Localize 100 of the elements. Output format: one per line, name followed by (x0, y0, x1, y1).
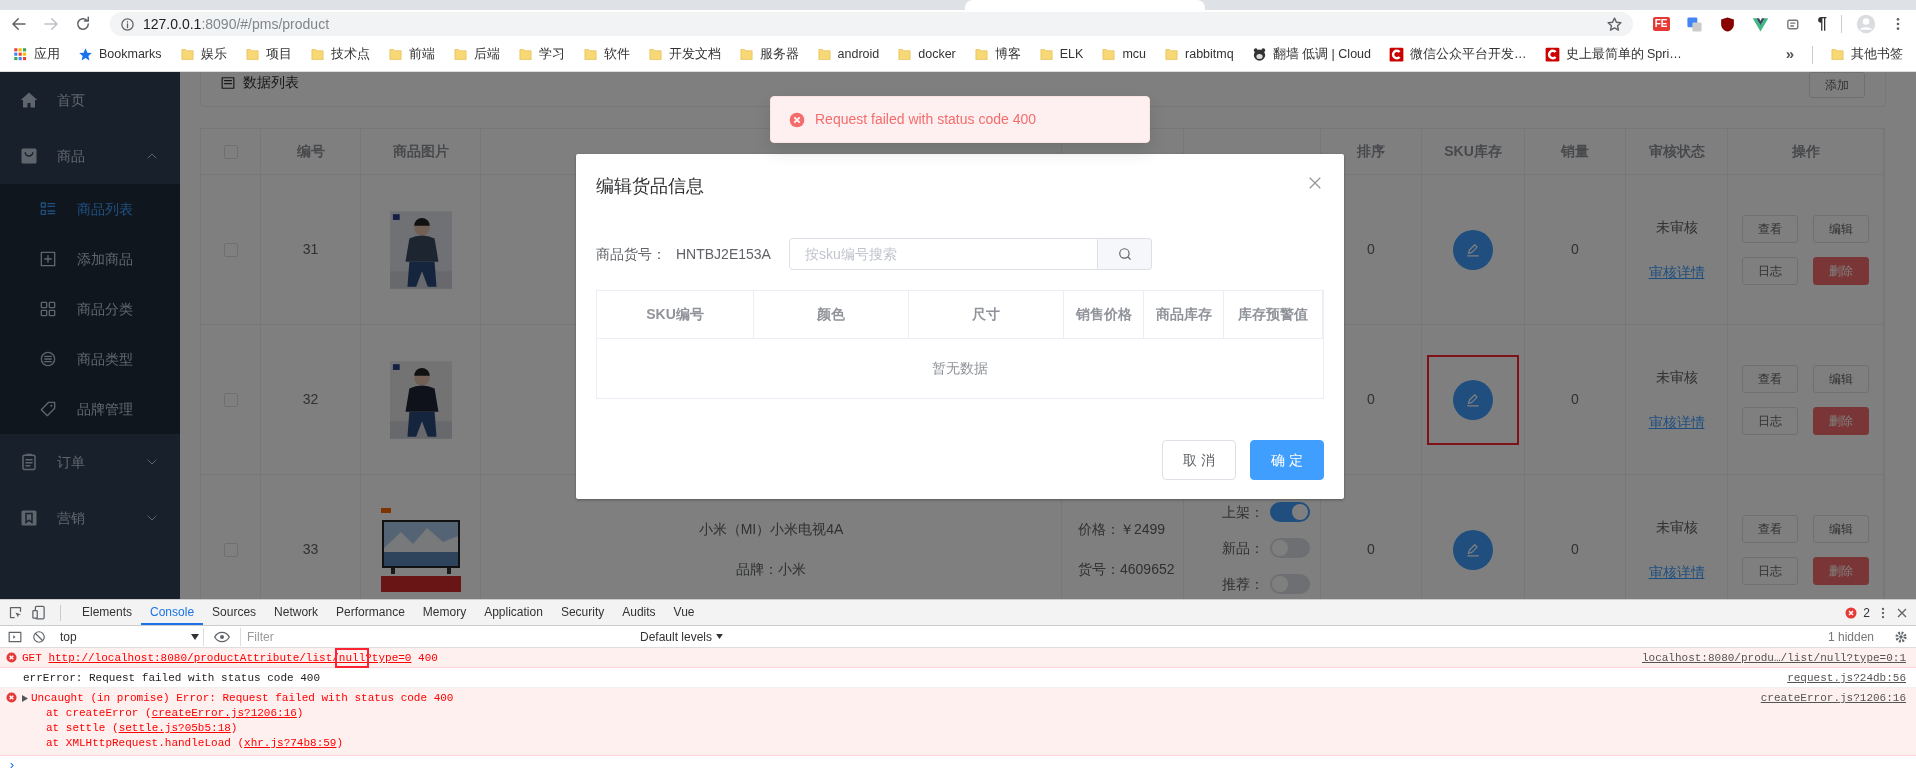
shield-icon[interactable] (1718, 15, 1736, 33)
source-link[interactable]: localhost:8080/produ…/list/null?type=0:1 (1641, 648, 1906, 666)
close-icon[interactable] (1896, 606, 1908, 619)
devtools-tab[interactable]: Sources (203, 600, 266, 625)
console-message: errError: Request failed with status code 400 (23, 672, 321, 684)
context-select[interactable]: top (56, 627, 204, 646)
source-link[interactable]: request.js?24db:56 (1787, 668, 1906, 686)
forward-icon[interactable] (42, 15, 60, 33)
search-icon (1117, 247, 1132, 261)
edit-sku-button[interactable] (1453, 229, 1493, 270)
bookmark[interactable]: rabbitmq (1157, 45, 1241, 64)
bookmark-star-icon[interactable] (1605, 15, 1623, 33)
levels-dropdown[interactable]: Default levels (640, 627, 724, 646)
bookmark[interactable]: 前端 (380, 45, 442, 64)
devtools-tab[interactable]: Network (265, 600, 328, 625)
empty-text: 暂无数据 (931, 359, 989, 378)
search-field[interactable]: 按sku编号搜索 (789, 238, 1098, 270)
console-prompt[interactable]: › (0, 756, 1916, 775)
tag-label: 推荐： (1222, 574, 1264, 594)
tag-label: 新品： (1222, 538, 1264, 558)
bookmark[interactable]: 后端 (445, 45, 507, 64)
tag-label: 上架： (1222, 502, 1264, 522)
error-icon (789, 111, 805, 128)
bookmark-square-icon (20, 509, 38, 527)
bookmark[interactable]: 其他书签 (1823, 45, 1910, 64)
settings-icon[interactable] (1894, 629, 1908, 644)
bookmark[interactable]: 开发文档 (640, 45, 728, 64)
edit-sku-button[interactable] (1453, 529, 1493, 570)
translate-icon[interactable] (1685, 15, 1703, 33)
more-bookmarks-button[interactable]: » (1777, 43, 1802, 66)
bag-icon (20, 147, 38, 165)
stack-line: at createError (createError.js?1206:16) (45, 706, 305, 721)
bookmark[interactable]: 项目 (237, 45, 299, 64)
brand-text: 品牌：小米 (736, 560, 806, 579)
source-link[interactable]: createError.js?1206:16 (151, 707, 297, 719)
column-header: 颜色 (754, 291, 909, 339)
error-count: 2 (1863, 604, 1870, 622)
v-logo-icon[interactable] (1751, 15, 1769, 33)
devtools-tab[interactable]: Security (551, 600, 614, 625)
inspect-icon[interactable] (8, 605, 23, 620)
bookmark[interactable]: Bookmarks (71, 45, 169, 64)
devtools-tab[interactable]: Vue (664, 600, 704, 625)
folder-icon (973, 47, 989, 62)
bookmark[interactable]: 微信公众平台开发… (1382, 45, 1534, 64)
devtools-tab[interactable]: Console (141, 600, 204, 625)
c-logo-icon (1544, 47, 1560, 62)
stack-line: at settle (settle.js?05b5:18) (45, 721, 239, 736)
devtools-tab[interactable]: Audits (613, 600, 665, 625)
column-header: 销售价格 (1064, 291, 1144, 339)
bookmark[interactable]: docker (890, 45, 963, 64)
info-icon[interactable] (120, 16, 135, 32)
sidebar-toggle-icon[interactable] (8, 629, 22, 644)
cancel-button[interactable]: 取 消 (1162, 440, 1236, 480)
list-icon (221, 75, 235, 90)
bookmark[interactable]: 史上最简单的 Spri… (1537, 45, 1689, 64)
bookmark[interactable]: ELK (1031, 45, 1091, 64)
source-link[interactable]: createError.js?1206:16 (1760, 688, 1906, 706)
reload-icon[interactable] (74, 15, 92, 33)
table-cell: 0 (1525, 325, 1626, 475)
folder-icon (816, 47, 832, 62)
bookmark[interactable]: 博客 (966, 45, 1028, 64)
extension-button[interactable]: ¶ (1817, 15, 1827, 33)
clear-icon[interactable] (32, 629, 46, 644)
bookmark[interactable]: 翻墙 低调 | Cloud (1244, 45, 1378, 64)
devtools-tab[interactable]: Application (475, 600, 552, 625)
bookmark[interactable]: mcu (1094, 45, 1154, 64)
back-icon[interactable] (10, 15, 28, 33)
device-icon[interactable] (31, 605, 46, 620)
status-text: 未审核 (1655, 217, 1698, 237)
table-cell: 32 (261, 325, 361, 475)
devtools-tab[interactable]: Elements (73, 600, 142, 625)
close-icon[interactable] (1308, 176, 1322, 190)
bookmark[interactable]: 软件 (575, 45, 637, 64)
extension-button[interactable]: FE (1652, 17, 1670, 31)
edit-sku-button[interactable] (1453, 379, 1493, 420)
mascot-icon (1251, 47, 1267, 62)
price-text: 价格：￥2499 (1078, 520, 1166, 539)
expand-triangle-icon[interactable] (22, 695, 28, 702)
devtools-tab[interactable]: Performance (327, 600, 414, 625)
search-button[interactable] (1098, 238, 1152, 270)
devtools-tab[interactable]: Memory (413, 600, 476, 625)
folder-icon (1164, 47, 1180, 62)
error-icon (6, 652, 17, 663)
toggle-switch[interactable] (1270, 502, 1310, 522)
status-text: 未审核 (1655, 367, 1698, 387)
folder-icon (582, 47, 598, 62)
bookmark[interactable]: 娱乐 (172, 45, 234, 64)
bookmark[interactable]: android (809, 45, 887, 64)
bookmark[interactable]: 服务器 (731, 45, 806, 64)
bookmark[interactable]: 学习 (510, 45, 572, 64)
error-icon (6, 692, 17, 703)
field-label: 商品货号： (596, 244, 666, 264)
folder-icon (517, 47, 533, 62)
pencil-icon (1466, 542, 1480, 557)
source-link[interactable]: settle.js?05b5:18 (118, 722, 231, 734)
bookmark[interactable]: 应用 (6, 45, 67, 64)
address-bar[interactable]: 127.0.0.1:8090/#/pms/product (110, 12, 1633, 36)
dialog-title: 编辑货品信息 (596, 175, 704, 198)
bookmark[interactable]: 技术点 (302, 45, 377, 64)
source-link[interactable]: xhr.js?74b8:59 (244, 737, 337, 749)
